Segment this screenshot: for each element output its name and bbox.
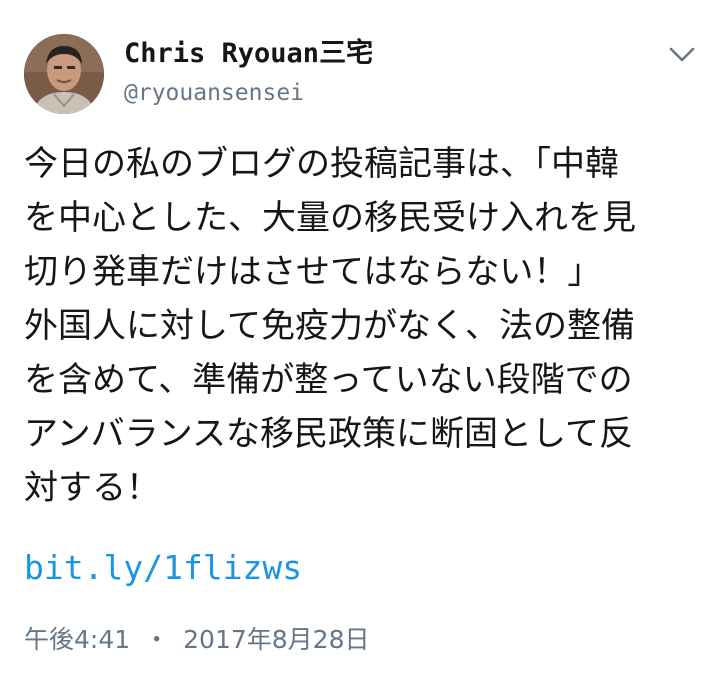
tweet-text-line: 外国人に対して免疫力がなく、法の整備	[24, 306, 635, 346]
tweet-date: 2017年8月28日	[183, 625, 370, 654]
tweet-text-line: 切り発車だけはさせてはならない！」	[24, 252, 602, 292]
tweet-text-line: を含めて、準備が整っていない段階での	[24, 360, 633, 400]
chevron-down-icon[interactable]	[664, 36, 700, 72]
tweet-text-line: アンバランスな移民政策に断固として反	[24, 414, 633, 454]
tweet-text-line: 対する！	[24, 468, 160, 508]
tweet-text: 今日の私のブログの投稿記事は、「中韓 を中心とした、大量の移民受け入れを見 切り…	[24, 137, 704, 515]
tweet-card: Chris Ryouan三宅 @ryouansensei 今日の私のブログの投稿…	[0, 0, 720, 687]
avatar-photo-icon	[24, 34, 104, 114]
tweet-link[interactable]: bit.ly/1flizws	[24, 544, 302, 592]
tweet-time: 午後4:41	[24, 625, 131, 654]
avatar[interactable]	[24, 34, 104, 114]
display-name[interactable]: Chris Ryouan三宅	[124, 34, 373, 74]
tweet-text-line: 今日の私のブログの投稿記事は、「中韓	[24, 144, 619, 184]
user-handle[interactable]: @ryouansensei	[124, 77, 304, 109]
tweet-text-line: を中心とした、大量の移民受け入れを見	[24, 198, 636, 238]
separator-dot: ・	[144, 625, 170, 654]
tweet-timestamp[interactable]: 午後4:41 ・ 2017年8月28日	[24, 622, 370, 658]
